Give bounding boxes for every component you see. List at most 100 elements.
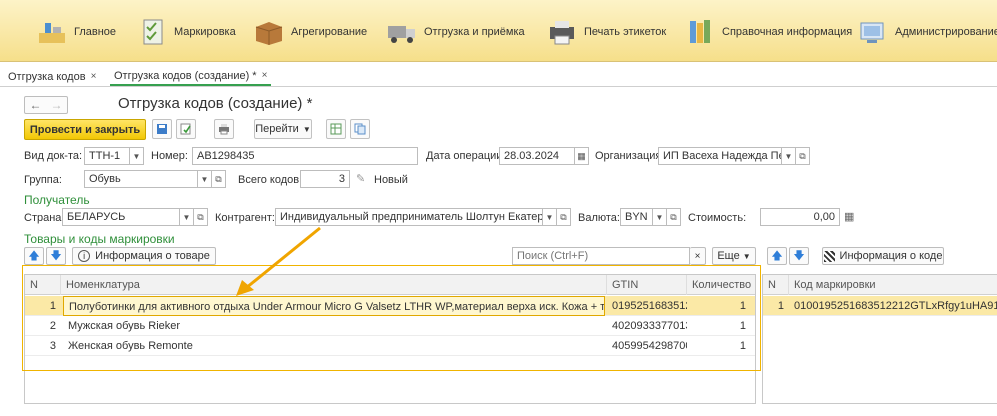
group-dropdown[interactable]: ▼ [198,170,212,188]
chevron-down-icon: ▼ [784,151,793,161]
goods-table: N Номенклатура GTIN Количество 1 Полубот… [24,274,756,404]
calendar-icon: ▦ [577,150,586,161]
column-header-code[interactable]: Код маркировки [789,275,997,295]
currency-field[interactable]: BYN [620,208,653,226]
product-info-label: Информация о товаре [95,250,210,262]
close-icon[interactable]: × [91,71,97,82]
column-header-qty[interactable]: Количество [687,275,755,295]
calendar-button[interactable]: ▦ [575,147,589,165]
group-field[interactable]: Обувь [84,170,198,188]
structure-button[interactable] [326,119,346,139]
menu-item-shipping[interactable]: Отгрузка и приёмка [386,14,525,50]
status-text: Новый [374,174,408,186]
table-row[interactable]: 1 0100195251683512212GTLxRfgy1uHA91 [763,296,997,316]
more-menu-button[interactable]: Еще ▼ [712,247,756,265]
menu-item-label-printing[interactable]: Печать этикеток [546,14,666,50]
product-info-button[interactable]: i Информация о товаре [72,247,216,265]
op-date-field[interactable]: 28.03.2024 [499,147,575,165]
menu-item-aggregation[interactable]: Агрегирование [253,14,367,50]
country-dropdown[interactable]: ▼ [180,208,194,226]
org-field[interactable]: ИП Васеха Надежда Петр [658,147,782,165]
post-and-close-button[interactable]: Провести и закрыть [24,119,146,140]
row-name[interactable]: Женская обувь Remonte [63,336,605,356]
row-gtin[interactable]: 4020933377013 [607,316,687,336]
close-icon[interactable]: × [262,70,268,81]
calculator-icon[interactable]: ▦ [844,210,854,223]
doc-type-field[interactable]: ТТН-1 [84,147,130,165]
books-icon [690,20,710,43]
row-qty[interactable]: 1 [687,336,751,356]
doc-type-dropdown[interactable]: ▼ [130,147,144,165]
chevron-down-icon: ▼ [302,124,311,134]
org-dropdown[interactable]: ▼ [782,147,796,165]
column-header-n[interactable]: N [25,275,61,295]
cost-label: Стоимость: [688,212,747,224]
table-icon [330,123,342,135]
row-n: 1 [49,300,56,312]
menu-item-label: Главное [74,26,117,38]
post-button[interactable] [176,119,196,139]
row-gtin[interactable]: 0195251683512 [607,296,687,316]
admin-icon [860,22,884,43]
country-open-button[interactable]: ⧉ [194,208,208,226]
arrow-up-icon: 🡅 [771,249,783,262]
open-link-icon: ⧉ [215,173,222,184]
counterparty-open-button[interactable]: ⧉ [557,208,571,226]
goto-menu-button[interactable]: Перейти ▼ [254,119,312,139]
print-button[interactable] [214,119,234,139]
table-header: N Номенклатура GTIN Количество [25,275,755,295]
row-name[interactable]: Полуботинки для активного отдыха Under A… [63,296,605,316]
tab-shipping-create[interactable]: Отгрузка кодов (создание) * × [110,67,272,86]
code-info-button[interactable]: Информация о коде [822,247,944,265]
menu-item-admin[interactable]: Администрирование [857,14,997,50]
org-label: Организация: [595,150,665,162]
tab-shipping-list[interactable]: Отгрузка кодов × [4,67,100,86]
tab-label: Отгрузка кодов (создание) * [114,69,257,82]
row-name[interactable]: Мужская обувь Rieker [63,316,605,336]
info-icon: i [78,250,91,262]
more-label: Еще [717,250,740,262]
checklist-icon [143,19,163,45]
country-field[interactable]: БЕЛАРУСЬ [62,208,180,226]
open-tabs-bar: Отгрузка кодов × Отгрузка кодов (создани… [0,63,997,87]
chevron-down-icon: ▼ [545,212,554,222]
main-menu-bar: Главное Маркировка Агрегирование Отгрузк… [0,0,997,62]
recipient-section-title: Получатель [24,193,90,207]
chevron-down-icon: ▼ [655,212,664,222]
copy-button[interactable] [350,119,370,139]
codes-move-down-button[interactable]: 🡇 [789,247,809,265]
move-down-button[interactable]: 🡇 [46,247,66,265]
column-header-n[interactable]: N [763,275,789,295]
edit-icon[interactable]: ✎ [356,172,365,185]
save-button[interactable] [152,119,172,139]
currency-dropdown[interactable]: ▼ [653,208,667,226]
total-codes-field: 3 [300,170,350,188]
table-row[interactable]: 1 Полуботинки для активного отдыха Under… [25,296,755,316]
menu-item-reference[interactable]: Справочная информация [684,14,852,50]
counterparty-dropdown[interactable]: ▼ [543,208,557,226]
cost-field[interactable]: 0,00 [760,208,840,226]
close-icon: × [694,250,701,262]
back-arrow-icon[interactable]: ← [30,98,42,112]
row-qty[interactable]: 1 [687,296,751,316]
row-qty[interactable]: 1 [687,316,751,336]
row-code[interactable]: 0100195251683512212GTLxRfgy1uHA91 [789,296,997,316]
search-clear-button[interactable]: × [690,247,706,265]
menu-item-main[interactable]: Главное [36,14,116,50]
codes-move-up-button[interactable]: 🡅 [767,247,787,265]
row-gtin[interactable]: 4059954298700 [607,336,687,356]
truck-icon [388,26,415,43]
forward-arrow-icon[interactable]: → [51,98,63,112]
column-header-gtin[interactable]: GTIN [607,275,687,295]
table-row[interactable]: 2 Мужская обувь Rieker 4020933377013 1 [25,316,755,336]
group-open-button[interactable]: ⧉ [212,170,226,188]
table-row[interactable]: 3 Женская обувь Remonte 4059954298700 1 [25,336,755,356]
search-input[interactable] [512,247,690,265]
currency-open-button[interactable]: ⧉ [667,208,681,226]
number-field[interactable]: АВ1298435 [192,147,418,165]
menu-item-marking[interactable]: Маркировка [136,14,236,50]
move-up-button[interactable]: 🡅 [24,247,44,265]
printer-icon [550,21,574,45]
column-header-name[interactable]: Номенклатура [61,275,607,295]
org-open-button[interactable]: ⧉ [796,147,810,165]
